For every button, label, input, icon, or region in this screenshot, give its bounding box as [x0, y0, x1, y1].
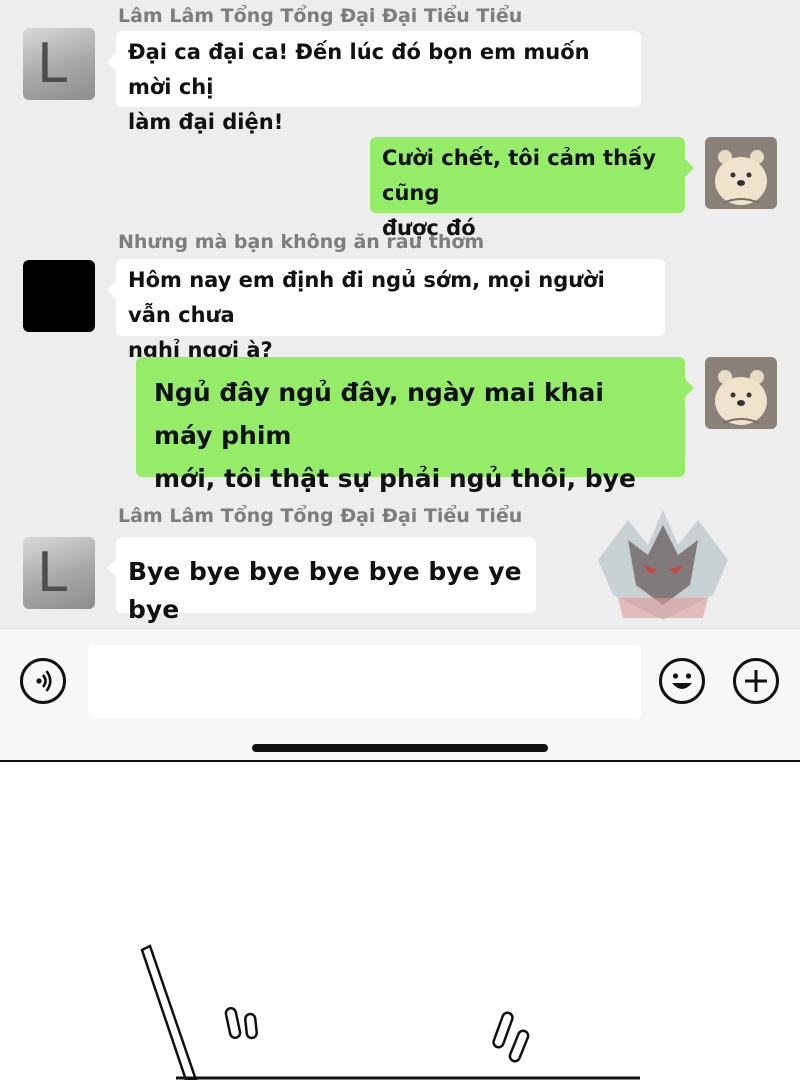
black-avatar[interactable]: [23, 260, 95, 332]
message-input-bar: [0, 628, 800, 761]
wolf-logo-watermark: [598, 510, 728, 620]
avatar-letter: L: [37, 541, 68, 604]
message-text: Hôm nay em định đi ngủ sớm, mọi người vẫ…: [128, 268, 605, 362]
letter-L-avatar[interactable]: L: [23, 28, 95, 100]
plus-glyph: [745, 670, 767, 692]
letter-L-avatar[interactable]: L: [23, 537, 95, 609]
sender-name: Lâm Lâm Tổng Tổng Đại Đại Tiểu Tiểu: [118, 5, 523, 27]
plus-icon[interactable]: [733, 658, 779, 704]
home-indicator[interactable]: [252, 744, 548, 752]
bear-icon: [705, 357, 777, 429]
sender-name: Lâm Lâm Tổng Tổng Đại Đại Tiểu Tiểu: [118, 505, 523, 527]
emoji-icon[interactable]: [659, 658, 705, 704]
smiley-glyph: [672, 673, 692, 689]
message-text: Bye bye bye bye bye bye ye bye: [128, 557, 522, 624]
message-bubble[interactable]: Bye bye bye bye bye bye ye bye: [107, 537, 536, 624]
voice-icon[interactable]: [20, 658, 66, 704]
avatar-letter: L: [37, 32, 68, 95]
comic-sketch-panel: [140, 944, 640, 1080]
message-bubble[interactable]: Đại ca đại ca! Đến lúc đó bọn em muốn mờ…: [107, 31, 641, 134]
voice-glyph: [36, 670, 52, 692]
message-text: Đại ca đại ca! Đến lúc đó bọn em muốn mờ…: [128, 40, 590, 134]
message-bubble[interactable]: Cười chết, tôi cảm thấy cũng được đó: [370, 137, 694, 240]
message-text: Ngủ đây ngủ đây, ngày mai khai máy phim …: [154, 378, 636, 493]
chat-area: Lâm Lâm Tổng Tổng Đại Đại Tiểu Tiểu L Đạ…: [0, 0, 800, 628]
bear-icon: [705, 137, 777, 209]
message-bubble[interactable]: Ngủ đây ngủ đây, ngày mai khai máy phim …: [136, 357, 694, 493]
bear-avatar[interactable]: [705, 137, 777, 209]
bear-avatar[interactable]: [705, 357, 777, 429]
message-bubble[interactable]: Hôm nay em định đi ngủ sớm, mọi người vẫ…: [107, 259, 665, 362]
sender-name: Nhưng mà bạn không ăn rau thơm: [118, 231, 485, 253]
message-input[interactable]: [88, 645, 641, 719]
